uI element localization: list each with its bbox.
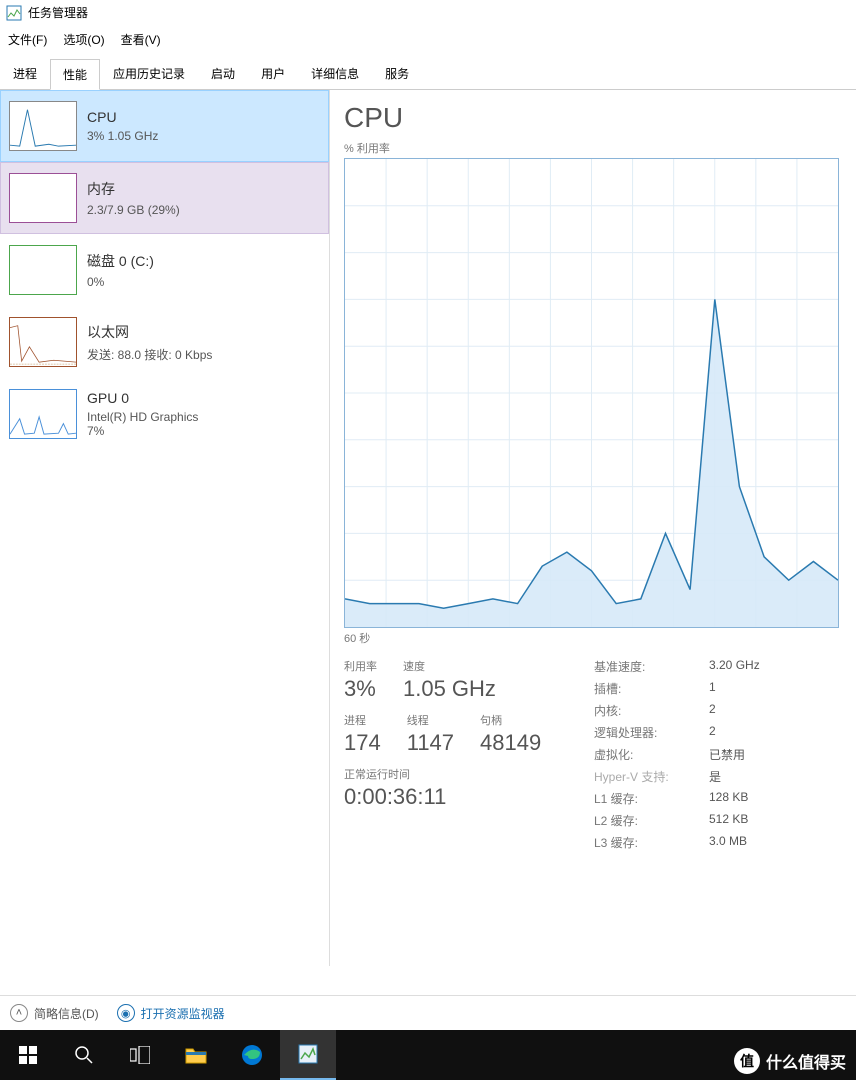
base-speed-val: 3.20 GHz — [709, 658, 760, 675]
tab-history[interactable]: 应用历史记录 — [100, 58, 198, 89]
sidebar-item-cpu[interactable]: CPU 3% 1.05 GHz — [0, 90, 329, 162]
cores-val: 2 — [709, 702, 716, 719]
thread-val: 1147 — [407, 730, 454, 756]
uptime-label: 正常运行时间 — [344, 766, 594, 782]
hyperv-val: 是 — [709, 768, 721, 785]
tab-users[interactable]: 用户 — [248, 58, 298, 89]
sidebar-item-ethernet[interactable]: 以太网 发送: 88.0 接收: 0 Kbps — [0, 306, 329, 378]
fewer-details-button[interactable]: ˄ 简略信息(D) — [10, 1004, 99, 1022]
disk-thumbnail — [9, 245, 77, 295]
ethernet-sub: 发送: 88.0 接收: 0 Kbps — [87, 346, 212, 363]
ethernet-thumbnail — [9, 317, 77, 367]
chart-y-label: % 利用率 — [344, 140, 856, 156]
lproc-val: 2 — [709, 724, 716, 741]
tab-details[interactable]: 详细信息 — [298, 58, 372, 89]
watermark-text: 什么值得买 — [766, 1049, 846, 1073]
memory-sub: 2.3/7.9 GB (29%) — [87, 203, 180, 217]
sockets-val: 1 — [709, 680, 716, 697]
l1-label: L1 缓存: — [594, 790, 709, 807]
edge-button[interactable] — [224, 1030, 280, 1080]
window-title-bar: 任务管理器 — [0, 0, 856, 25]
chevron-up-icon: ˄ — [10, 1004, 28, 1022]
tab-startup[interactable]: 启动 — [198, 58, 248, 89]
main-heading: CPU — [344, 102, 856, 134]
uptime-val: 0:00:36:11 — [344, 784, 594, 810]
footer-bar: ˄ 简略信息(D) ◉ 打开资源监视器 — [0, 995, 856, 1030]
sidebar-item-memory[interactable]: 内存 2.3/7.9 GB (29%) — [0, 162, 329, 234]
l1-val: 128 KB — [709, 790, 748, 807]
cpu-thumbnail — [9, 101, 77, 151]
speed-label: 速度 — [403, 658, 496, 674]
cpu-chart — [344, 158, 839, 628]
gpu-sub1: Intel(R) HD Graphics — [87, 410, 198, 424]
proc-label: 进程 — [344, 712, 381, 728]
stats-section: 利用率 3% 速度 1.05 GHz 进程 174 线程 114 — [344, 658, 856, 856]
resmon-icon: ◉ — [117, 1004, 135, 1022]
hyperv-label: Hyper-V 支持: — [594, 768, 709, 785]
l3-val: 3.0 MB — [709, 834, 747, 851]
sidebar-item-gpu[interactable]: GPU 0 Intel(R) HD Graphics 7% — [0, 378, 329, 450]
watermark: 值 什么值得买 — [734, 1048, 846, 1074]
disk-sub: 0% — [87, 275, 154, 289]
memory-thumbnail — [9, 173, 77, 223]
cpu-title: CPU — [87, 109, 158, 125]
task-manager-taskbar-button[interactable] — [280, 1030, 336, 1080]
task-view-button[interactable] — [112, 1030, 168, 1080]
taskbar: 值 什么值得买 — [0, 1030, 856, 1080]
base-speed-label: 基准速度: — [594, 658, 709, 675]
tab-performance[interactable]: 性能 — [50, 59, 100, 90]
resmon-label: 打开资源监视器 — [141, 1005, 225, 1022]
speed-val: 1.05 GHz — [403, 676, 496, 702]
file-explorer-button[interactable] — [168, 1030, 224, 1080]
tab-bar: 进程 性能 应用历史记录 启动 用户 详细信息 服务 — [0, 58, 856, 90]
search-button[interactable] — [56, 1030, 112, 1080]
lproc-label: 逻辑处理器: — [594, 724, 709, 741]
main-panel: CPU % 利用率 60 秒 利用率 3% 速度 1.05 GHz — [330, 90, 856, 966]
l2-val: 512 KB — [709, 812, 748, 829]
menu-bar: 文件(F) 选项(O) 查看(V) — [0, 25, 856, 54]
tab-processes[interactable]: 进程 — [0, 58, 50, 89]
fewer-details-label: 简略信息(D) — [34, 1005, 99, 1022]
performance-sidebar: CPU 3% 1.05 GHz 内存 2.3/7.9 GB (29%) 磁盘 0… — [0, 90, 330, 966]
menu-options[interactable]: 选项(O) — [55, 27, 112, 52]
ethernet-title: 以太网 — [87, 322, 212, 342]
sockets-label: 插槽: — [594, 680, 709, 697]
cpu-sub: 3% 1.05 GHz — [87, 129, 158, 143]
watermark-logo-icon: 值 — [734, 1048, 760, 1074]
l2-label: L2 缓存: — [594, 812, 709, 829]
virt-val: 已禁用 — [709, 746, 745, 763]
gpu-sub2: 7% — [87, 424, 198, 438]
gpu-title: GPU 0 — [87, 390, 198, 406]
chart-x-label: 60 秒 — [344, 630, 856, 646]
memory-title: 内存 — [87, 179, 180, 199]
menu-file[interactable]: 文件(F) — [0, 27, 55, 52]
util-val: 3% — [344, 676, 377, 702]
sidebar-item-disk[interactable]: 磁盘 0 (C:) 0% — [0, 234, 329, 306]
open-resmon-link[interactable]: ◉ 打开资源监视器 — [117, 1004, 225, 1022]
start-button[interactable] — [0, 1030, 56, 1080]
proc-val: 174 — [344, 730, 381, 756]
tab-services[interactable]: 服务 — [372, 58, 422, 89]
content-area: CPU 3% 1.05 GHz 内存 2.3/7.9 GB (29%) 磁盘 0… — [0, 90, 856, 966]
disk-title: 磁盘 0 (C:) — [87, 251, 154, 271]
gpu-thumbnail — [9, 389, 77, 439]
menu-view[interactable]: 查看(V) — [113, 27, 169, 52]
virt-label: 虚拟化: — [594, 746, 709, 763]
thread-label: 线程 — [407, 712, 454, 728]
util-label: 利用率 — [344, 658, 377, 674]
handle-val: 48149 — [480, 730, 541, 756]
window-title-text: 任务管理器 — [28, 4, 88, 21]
task-manager-icon — [6, 5, 22, 21]
l3-label: L3 缓存: — [594, 834, 709, 851]
cores-label: 内核: — [594, 702, 709, 719]
handle-label: 句柄 — [480, 712, 541, 728]
